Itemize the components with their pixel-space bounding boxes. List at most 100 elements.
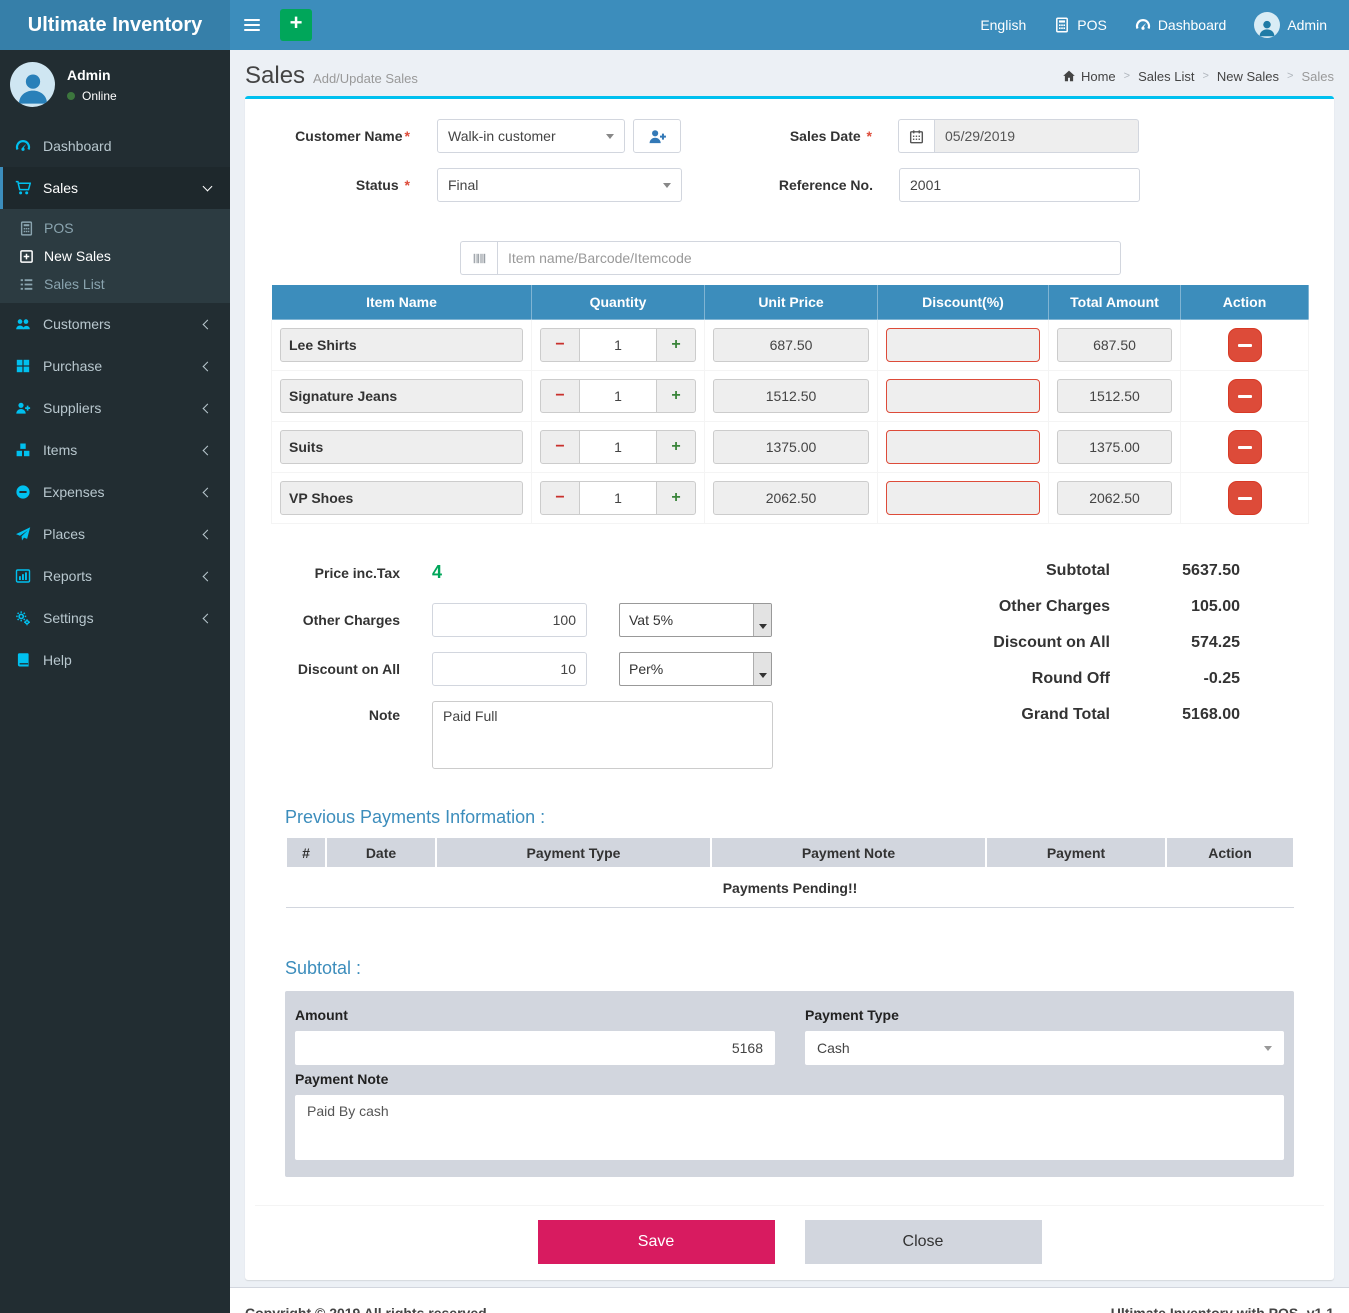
app-window: Ultimate Inventory + English POS Dashboa… — [0, 0, 1349, 1313]
sidebar-item-items[interactable]: Items — [0, 429, 230, 471]
previous-payments-heading: Previous Payments Information : — [285, 807, 1294, 828]
sidebar-toggle-button[interactable] — [230, 0, 274, 50]
top-bar: Ultimate Inventory + English POS Dashboa… — [0, 0, 1349, 50]
copyright-text: Copyright © 2019 All rights reserved. — [245, 1305, 491, 1313]
note-textarea[interactable]: Paid Full — [432, 701, 773, 769]
language-menu[interactable]: English — [966, 0, 1040, 50]
table-row: − + — [272, 422, 1309, 473]
version-text: Ultimate Inventory with POS -v1.1 — [1111, 1305, 1334, 1313]
quantity-stepper: − + — [540, 430, 696, 464]
note-label: Note — [255, 707, 400, 723]
total-amount-input — [1057, 379, 1172, 413]
col-action: Action — [1181, 285, 1309, 320]
list-icon — [19, 277, 34, 292]
status-select[interactable]: Final — [437, 168, 682, 202]
discount-all-input[interactable] — [432, 652, 587, 686]
remove-item-button[interactable] — [1228, 379, 1262, 413]
total-amount-input — [1057, 430, 1172, 464]
table-row: − + — [272, 320, 1309, 371]
sidebar-item-places[interactable]: Places — [0, 513, 230, 555]
chevron-left-icon — [203, 529, 213, 539]
discount-input[interactable] — [886, 481, 1040, 515]
qty-increase-button[interactable]: + — [657, 380, 695, 412]
qty-increase-button[interactable]: + — [657, 482, 695, 514]
sidebar-item-reports[interactable]: Reports — [0, 555, 230, 597]
sidebar-item-sales[interactable]: Sales — [0, 167, 230, 209]
customer-name-label: Customer Name* — [255, 128, 410, 144]
online-status-dot — [67, 92, 75, 100]
book-icon — [15, 652, 31, 668]
quantity-stepper: − + — [540, 328, 696, 362]
other-charges-type-select[interactable]: Vat 5% — [619, 603, 772, 637]
sidebar-item-expenses[interactable]: Expenses — [0, 471, 230, 513]
sidebar-item-help[interactable]: Help — [0, 639, 230, 681]
qty-decrease-button[interactable]: − — [541, 329, 579, 361]
subtotal-label: Subtotal — [940, 562, 1110, 580]
unit-price-input — [713, 328, 869, 362]
qty-increase-button[interactable]: + — [657, 329, 695, 361]
sidebar-item-new-sales[interactable]: New Sales — [0, 242, 230, 270]
col-payment-type: Payment Type — [436, 837, 711, 868]
breadcrumb-sales-list[interactable]: Sales List — [1138, 69, 1194, 84]
sidebar-item-purchase[interactable]: Purchase — [0, 345, 230, 387]
item-name-input — [280, 379, 523, 413]
home-icon — [1062, 69, 1076, 83]
breadcrumb-new-sales[interactable]: New Sales — [1217, 69, 1279, 84]
discount-input[interactable] — [886, 379, 1040, 413]
users-icon — [15, 316, 31, 332]
reference-label: Reference No. — [693, 177, 873, 193]
payment-note-textarea[interactable]: Paid By cash — [295, 1095, 1284, 1160]
app-logo[interactable]: Ultimate Inventory — [0, 0, 230, 50]
save-button[interactable]: Save — [538, 1220, 775, 1264]
bar-chart-icon — [15, 568, 31, 584]
nav-pos-link[interactable]: POS — [1040, 0, 1121, 50]
qty-decrease-button[interactable]: − — [541, 431, 579, 463]
add-customer-button[interactable] — [633, 119, 681, 153]
discount-total-value: 574.25 — [1110, 634, 1240, 652]
qty-input[interactable] — [579, 329, 657, 361]
nav-dashboard-link[interactable]: Dashboard — [1121, 0, 1241, 50]
chevron-left-icon — [203, 445, 213, 455]
user-menu[interactable]: Admin — [1240, 0, 1341, 50]
sidebar-item-dashboard[interactable]: Dashboard — [0, 125, 230, 167]
close-button[interactable]: Close — [805, 1220, 1042, 1264]
chevron-left-icon — [203, 403, 213, 413]
breadcrumb-home[interactable]: Home — [1062, 69, 1116, 84]
main-content: SalesAdd/Update Sales Home > Sales List … — [230, 50, 1349, 1313]
remove-item-button[interactable] — [1228, 481, 1262, 515]
sales-date-input[interactable] — [934, 119, 1139, 153]
quick-add-button[interactable]: + — [280, 9, 312, 41]
charges-section: Price inc.Tax 4 Other Charges Vat 5% — [255, 562, 1324, 769]
navbar-right: English POS Dashboard Admin — [966, 0, 1349, 50]
discount-all-type-select[interactable]: Per% — [619, 652, 772, 686]
amount-input[interactable] — [295, 1031, 775, 1065]
sidebar-item-suppliers[interactable]: Suppliers — [0, 387, 230, 429]
quantity-stepper: − + — [540, 379, 696, 413]
avatar — [1254, 12, 1280, 38]
qty-decrease-button[interactable]: − — [541, 380, 579, 412]
table-row: − + — [272, 473, 1309, 524]
qty-input[interactable] — [579, 482, 657, 514]
speedometer-icon — [1135, 17, 1151, 33]
customer-select[interactable]: Walk-in customer — [437, 119, 625, 153]
qty-increase-button[interactable]: + — [657, 431, 695, 463]
item-search-input[interactable] — [497, 241, 1121, 275]
qty-input[interactable] — [579, 380, 657, 412]
qty-input[interactable] — [579, 431, 657, 463]
remove-item-button[interactable] — [1228, 328, 1262, 362]
sidebar-item-settings[interactable]: Settings — [0, 597, 230, 639]
sidebar-item-sales-list[interactable]: Sales List — [0, 270, 230, 298]
payment-entry-panel: Amount Payment Type Cash P — [285, 991, 1294, 1177]
sidebar-item-customers[interactable]: Customers — [0, 303, 230, 345]
other-charges-input[interactable] — [432, 603, 587, 637]
remove-item-button[interactable] — [1228, 430, 1262, 464]
reference-input[interactable] — [899, 168, 1140, 202]
grand-total-label: Grand Total — [940, 706, 1110, 724]
payment-type-select[interactable]: Cash — [805, 1031, 1284, 1065]
col-quantity: Quantity — [532, 285, 705, 320]
sidebar-item-pos[interactable]: POS — [0, 214, 230, 242]
qty-decrease-button[interactable]: − — [541, 482, 579, 514]
discount-input[interactable] — [886, 328, 1040, 362]
discount-input[interactable] — [886, 430, 1040, 464]
sidebar-user-panel: Admin Online — [0, 50, 230, 121]
